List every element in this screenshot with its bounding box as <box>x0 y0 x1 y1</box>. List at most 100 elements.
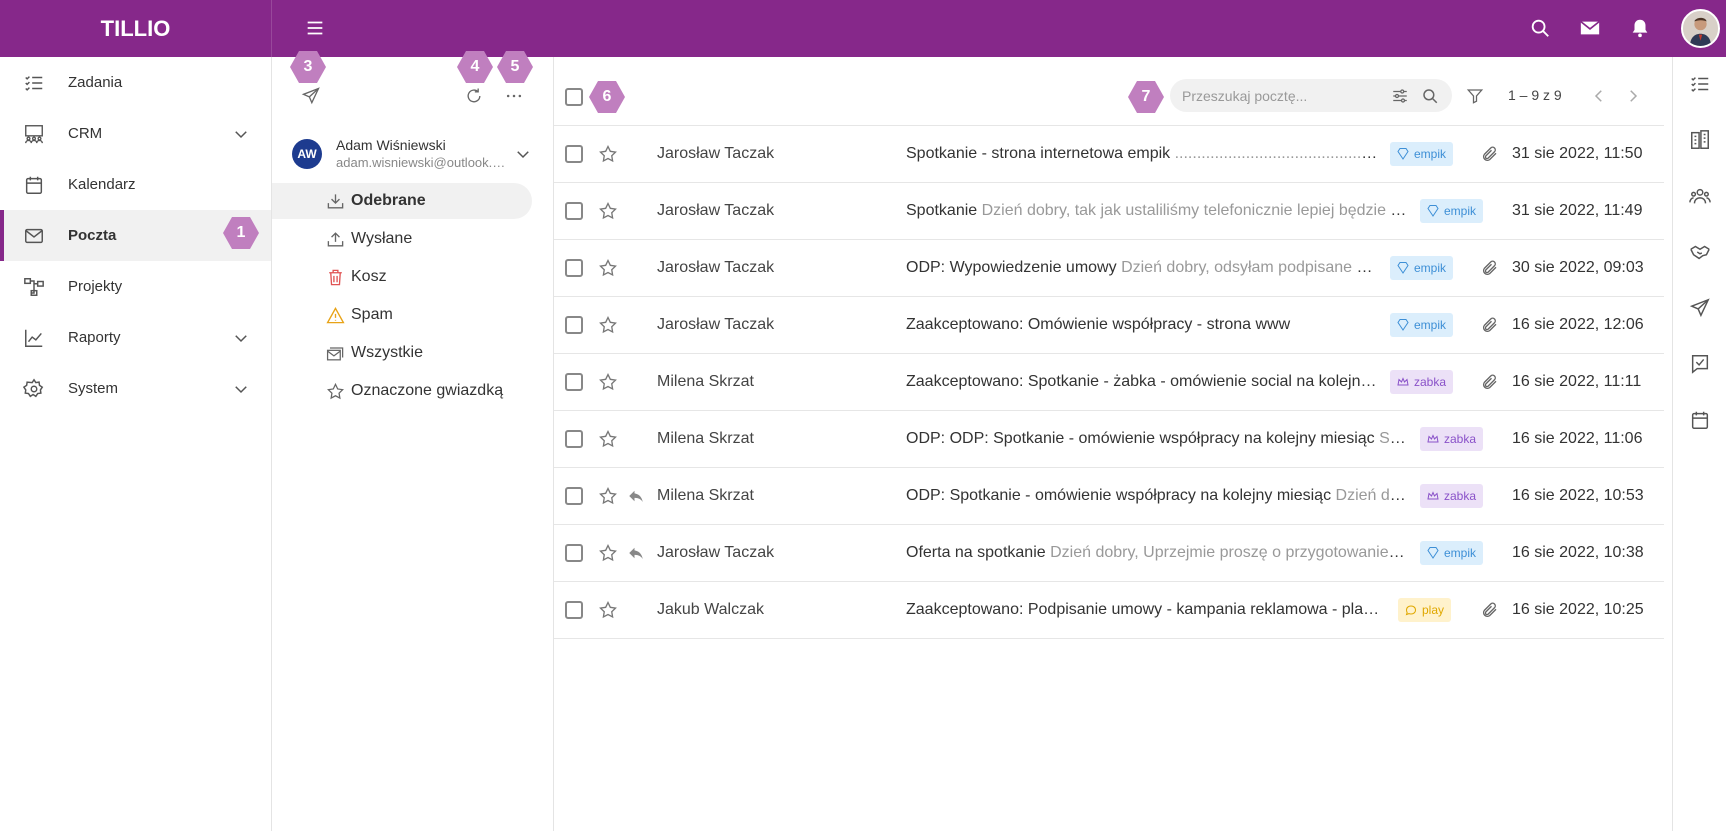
email-subject-line[interactable]: Zaakceptowano: Omówienie współpracy - st… <box>906 316 1378 334</box>
approve-icon[interactable] <box>1689 353 1711 375</box>
folder-spam[interactable]: Spam <box>272 297 532 333</box>
email-subject-line[interactable]: Zaakceptowano: Podpisanie umowy - kampan… <box>906 601 1386 619</box>
star-icon[interactable] <box>598 600 618 620</box>
email-row[interactable]: Milena Skrzat ODP: Spotkanie - omówienie… <box>554 468 1664 525</box>
email-subject-line[interactable]: Oferta na spotkanie Dzień dobry, Uprzejm… <box>906 544 1408 562</box>
tasks-icon[interactable] <box>1689 73 1711 95</box>
sidebar-item-raporty[interactable]: Raporty <box>0 312 271 363</box>
chevron-down-icon[interactable] <box>232 125 250 143</box>
email-row[interactable]: Milena Skrzat ODP: ODP: Spotkanie - omów… <box>554 411 1664 468</box>
email-sender: Milena Skrzat <box>657 430 754 447</box>
email-row[interactable]: Milena Skrzat Zaakceptowano: Spotkanie -… <box>554 354 1664 411</box>
email-row[interactable]: Jakub Walczak Zaakceptowano: Podpisanie … <box>554 582 1664 639</box>
email-checkbox[interactable] <box>565 145 583 163</box>
sidebar-item-label: System <box>68 380 119 397</box>
email-checkbox[interactable] <box>565 601 583 619</box>
sidebar-item-projekty[interactable]: Projekty <box>0 261 271 312</box>
menu-icon[interactable] <box>304 17 326 39</box>
star-icon[interactable] <box>598 315 618 335</box>
search-icon[interactable] <box>1529 17 1551 39</box>
email-row[interactable]: Jarosław Taczak Oferta na spotkanie Dzie… <box>554 525 1664 582</box>
chevron-down-icon[interactable] <box>232 380 250 398</box>
app-logo[interactable]: TILLIO <box>0 0 272 57</box>
email-date: 31 sie 2022, 11:49 <box>1512 202 1643 219</box>
chevron-down-icon[interactable] <box>514 145 532 163</box>
send-icon[interactable] <box>1689 297 1711 319</box>
email-checkbox[interactable] <box>565 259 583 277</box>
star-icon[interactable] <box>598 543 618 563</box>
email-preview: Dzień dobry, tak jak ustaliliśmy telefon… <box>981 202 1408 219</box>
email-tag[interactable]: empik <box>1390 256 1454 280</box>
email-tag[interactable]: play <box>1398 598 1452 622</box>
folder-label: Spam <box>351 306 393 323</box>
folder-oznaczone[interactable]: Oznaczone gwiazdką <box>272 373 532 409</box>
email-subject-line[interactable]: Spotkanie - strona internetowa empik ...… <box>906 145 1378 163</box>
account-switcher[interactable]: AW Adam Wiśniewski adam.wisniewski@outlo… <box>292 134 542 174</box>
star-icon[interactable] <box>598 144 618 164</box>
folder-wszystkie[interactable]: Wszystkie <box>272 335 532 371</box>
sidebar-item-system[interactable]: System <box>0 363 271 414</box>
email-tag-label: play <box>1422 603 1445 617</box>
paperclip-icon <box>1481 145 1499 163</box>
email-checkbox[interactable] <box>565 373 583 391</box>
email-checkbox[interactable] <box>565 487 583 505</box>
chevron-left-icon[interactable] <box>1590 87 1608 105</box>
handshake-icon[interactable] <box>1689 241 1711 263</box>
email-tag[interactable]: empik <box>1390 142 1454 166</box>
star-icon[interactable] <box>598 429 618 449</box>
email-subject-line[interactable]: Spotkanie Dzień dobry, tak jak ustaliliś… <box>906 202 1408 220</box>
user-avatar[interactable] <box>1681 9 1720 48</box>
email-row[interactable]: Jarosław Taczak Spotkanie - strona inter… <box>554 126 1664 183</box>
bell-icon[interactable] <box>1629 17 1651 39</box>
filter-icon[interactable] <box>1466 87 1484 105</box>
star-icon[interactable] <box>598 372 618 392</box>
search-input[interactable] <box>1182 79 1382 112</box>
email-tag[interactable]: zabka <box>1420 484 1484 508</box>
all-mail-icon <box>326 344 345 363</box>
email-tag[interactable]: empik <box>1390 313 1454 337</box>
sidebar-item-kalendarz[interactable]: Kalendarz <box>0 159 271 210</box>
contacts-icon[interactable] <box>1689 185 1711 207</box>
email-subject-line[interactable]: ODP: Spotkanie - omówienie współpracy na… <box>906 487 1408 505</box>
star-icon[interactable] <box>598 201 618 221</box>
email-row[interactable]: Jarosław Taczak ODP: Wypowiedzenie umowy… <box>554 240 1664 297</box>
pagination-range: 1 – 9 z 9 <box>1508 87 1562 103</box>
email-row[interactable]: Jarosław Taczak Spotkanie Dzień dobry, t… <box>554 183 1664 240</box>
compose-icon[interactable] <box>301 86 321 106</box>
email-tag[interactable]: empik <box>1420 541 1484 565</box>
email-subject: Oferta na spotkanie <box>906 544 1046 561</box>
email-row[interactable]: Jarosław Taczak Zaakceptowano: Omówienie… <box>554 297 1664 354</box>
filter-sliders-icon[interactable] <box>1391 87 1409 105</box>
sidebar-item-zadania[interactable]: Zadania <box>0 57 271 108</box>
calendar-icon[interactable] <box>1689 409 1711 431</box>
email-tag-label: zabka <box>1444 489 1477 503</box>
building-icon[interactable] <box>1689 129 1711 151</box>
projects-icon <box>23 276 45 298</box>
more-icon[interactable] <box>504 86 524 106</box>
email-tag-label: empik <box>1414 147 1447 161</box>
email-tag[interactable]: empik <box>1420 199 1484 223</box>
folder-wyslane[interactable]: Wysłane <box>272 221 532 257</box>
search-icon[interactable] <box>1421 87 1439 105</box>
email-sender: Jarosław Taczak <box>657 202 775 219</box>
email-subject-line[interactable]: ODP: Wypowiedzenie umowy Dzień dobry, od… <box>906 259 1378 277</box>
email-checkbox[interactable] <box>565 316 583 334</box>
star-icon[interactable] <box>598 258 618 278</box>
folder-odebrane[interactable]: Odebrane <box>272 183 532 219</box>
email-subject-line[interactable]: ODP: ODP: Spotkanie - omówienie współpra… <box>906 430 1408 448</box>
email-tag[interactable]: zabka <box>1420 427 1484 451</box>
email-subject-line[interactable]: Zaakceptowano: Spotkanie - żabka - omówi… <box>906 373 1378 391</box>
email-tag[interactable]: zabka <box>1390 370 1454 394</box>
select-all-checkbox[interactable] <box>565 88 583 106</box>
chevron-right-icon[interactable] <box>1624 87 1642 105</box>
email-checkbox[interactable] <box>565 430 583 448</box>
email-preview: ........................................… <box>1174 145 1378 162</box>
chevron-down-icon[interactable] <box>232 329 250 347</box>
sidebar-item-crm[interactable]: CRM <box>0 108 271 159</box>
star-icon[interactable] <box>598 486 618 506</box>
email-checkbox[interactable] <box>565 544 583 562</box>
refresh-icon[interactable] <box>464 86 484 106</box>
folder-kosz[interactable]: Kosz <box>272 259 532 295</box>
email-checkbox[interactable] <box>565 202 583 220</box>
mail-icon[interactable] <box>1579 17 1601 39</box>
